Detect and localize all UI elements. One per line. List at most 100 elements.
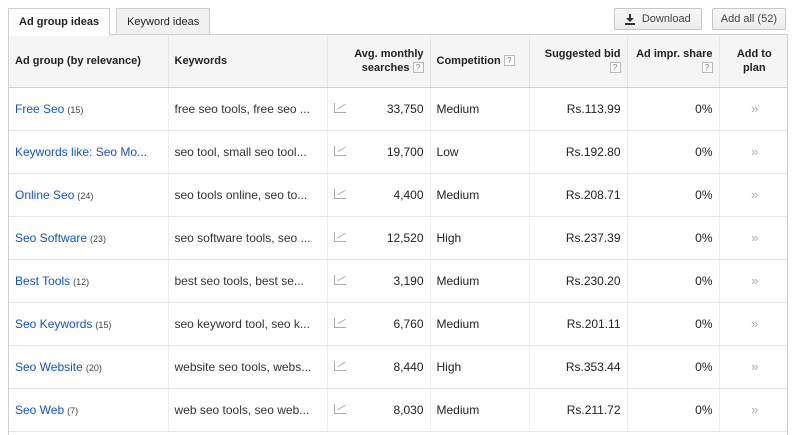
keywords-cell: seo tool, small seo tool... [168,130,328,174]
avg-searches-cell: 12,520 [353,216,431,260]
trend-chart-icon[interactable] [334,188,347,199]
ad-group-link[interactable]: Keywords like: Seo Mo... [15,145,147,159]
table-row: Keywords like: Seo Mo... seo tool, small … [9,130,787,174]
trend-chart-icon[interactable] [334,145,347,156]
trend-cell [327,388,353,432]
table-row: Seo Web (7) web seo tools, seo web... 8,030… [9,388,787,432]
col-header-add-to-plan: Add to plan [719,35,787,88]
trend-chart-icon[interactable] [334,274,347,285]
ad-group-keyword-count: (12) [73,276,90,287]
ad-group-cell: Seo Software (23) [9,216,169,260]
trend-cell [327,87,353,131]
ad-group-link[interactable]: Seo Website [15,360,83,374]
trend-cell [327,216,353,260]
keywords-cell: web seo tools, seo web... [168,388,328,432]
competition-cell: Low [430,130,530,174]
trend-cell [327,302,353,346]
add-all-button[interactable]: Add all (52) [711,8,786,30]
ad-group-cell: Keywords like: Seo Mo... [9,130,169,174]
trend-chart-icon[interactable] [334,102,347,113]
table-row: Best Tools (12) best seo tools, best se...… [9,259,787,303]
ad-impr-share-cell: 0% [627,130,720,174]
add-to-plan-icon[interactable]: » [751,402,758,417]
add-to-plan-icon[interactable]: » [751,187,758,202]
trend-cell [327,259,353,303]
ad-group-cell: Seo Keywords (15) [9,302,169,346]
ad-group-link[interactable]: Seo Web [15,403,64,417]
col-header-suggested-bid[interactable]: Suggested bid ? [529,35,628,88]
ad-group-table-container: Ad group (by relevance) Keywords Avg. mo… [8,34,788,435]
trend-chart-icon[interactable] [334,403,347,414]
download-icon [624,13,635,25]
trend-cell [327,173,353,217]
add-to-plan-cell: » [719,130,787,174]
competition-cell: Medium [430,388,530,432]
ad-group-keyword-count: (7) [67,405,79,416]
competition-cell: Medium [430,259,530,303]
tab-bar: Ad group ideas Keyword ideas [8,8,216,36]
ad-group-cell: Online Seo (24) [9,173,169,217]
suggested-bid-cell: Rs.192.80 [529,130,628,174]
ad-impr-share-cell: 0% [627,216,720,260]
ad-group-link[interactable]: Best Tools [15,274,70,288]
ad-impr-share-cell: 0% [627,302,720,346]
add-to-plan-cell: » [719,345,787,389]
trend-cell [327,130,353,174]
ad-group-cell: Best Tools (12) [9,259,169,303]
help-icon[interactable]: ? [609,62,621,74]
add-to-plan-cell: » [719,87,787,131]
ad-impr-share-cell: 0% [627,173,720,217]
avg-searches-cell: 19,700 [353,130,431,174]
ad-group-cell: Seo Web (7) [9,388,169,432]
add-to-plan-cell: » [719,302,787,346]
trend-chart-icon[interactable] [334,360,347,371]
keywords-cell: website seo tools, webs... [168,345,328,389]
add-to-plan-icon[interactable]: » [751,230,758,245]
toolbar: Download Add all (52) [613,8,786,30]
keywords-cell: seo tools online, seo to... [168,173,328,217]
ad-group-cell: Free Seo (15) [9,87,169,131]
suggested-bid-cell: Rs.230.20 [529,259,628,303]
keywords-cell: seo software tools, seo ... [168,216,328,260]
download-button[interactable]: Download [613,8,702,30]
col-header-keywords[interactable]: Keywords [168,35,328,88]
col-header-ad-group[interactable]: Ad group (by relevance) [9,35,169,88]
col-header-competition[interactable]: Competition? [430,35,530,88]
avg-searches-cell: 6,760 [353,302,431,346]
competition-cell: Medium [430,302,530,346]
ad-group-link[interactable]: Free Seo [15,102,64,116]
ad-group-link[interactable]: Seo Keywords [15,317,92,331]
help-icon[interactable]: ? [503,55,515,67]
avg-searches-cell: 8,030 [353,388,431,432]
add-to-plan-icon[interactable]: » [751,144,758,159]
ad-group-link[interactable]: Online Seo [15,188,74,202]
tab-keyword-ideas[interactable]: Keyword ideas [116,8,211,35]
ad-group-keyword-count: (24) [77,190,94,201]
keywords-cell: free seo tools, free seo ... [168,87,328,131]
help-icon[interactable]: ? [701,62,713,74]
avg-searches-cell: 33,750 [353,87,431,131]
add-to-plan-icon[interactable]: » [751,273,758,288]
keywords-cell: best seo tools, best se... [168,259,328,303]
ad-group-link[interactable]: Seo Software [15,231,87,245]
add-to-plan-cell: » [719,259,787,303]
ad-group-table: Ad group (by relevance) Keywords Avg. mo… [9,35,787,432]
trend-chart-icon[interactable] [334,231,347,242]
add-to-plan-cell: » [719,388,787,432]
suggested-bid-cell: Rs.201.11 [529,302,628,346]
ad-group-keyword-count: (15) [95,319,112,330]
trend-chart-icon[interactable] [334,317,347,328]
add-to-plan-icon[interactable]: » [751,316,758,331]
tab-ad-group-ideas[interactable]: Ad group ideas [8,8,111,36]
ad-group-keyword-count: (23) [90,233,107,244]
table-row: Seo Keywords (15) seo keyword tool, seo k.… [9,302,787,346]
suggested-bid-cell: Rs.113.99 [529,87,628,131]
col-header-avg-searches[interactable]: Avg. monthly searches? [327,35,431,88]
help-icon[interactable]: ? [412,62,424,74]
add-to-plan-icon[interactable]: » [751,101,758,116]
avg-searches-cell: 3,190 [353,259,431,303]
add-to-plan-icon[interactable]: » [751,359,758,374]
add-to-plan-cell: » [719,173,787,217]
col-header-ad-impr-share[interactable]: Ad impr. share ? [627,35,720,88]
avg-searches-cell: 4,400 [353,173,431,217]
